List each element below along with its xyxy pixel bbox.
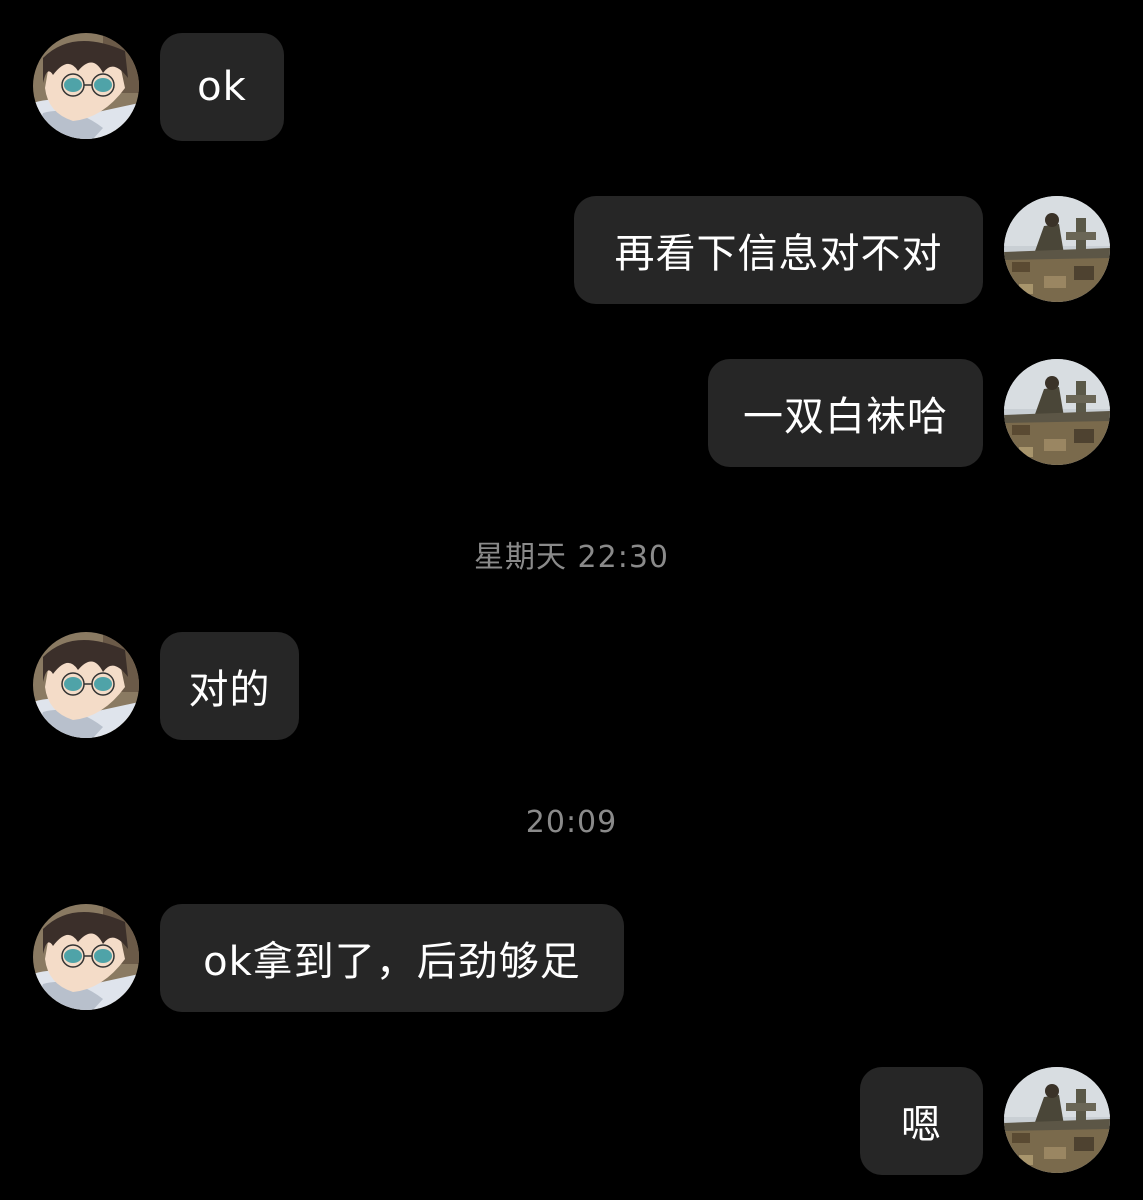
message-bubble[interactable]: ok拿到了，后劲够足: [160, 904, 624, 1012]
message-bubble[interactable]: 嗯: [860, 1067, 983, 1175]
timestamp: 20:09: [525, 805, 618, 840]
contact-avatar[interactable]: [33, 33, 139, 139]
message-bubble[interactable]: 再看下信息对不对: [574, 196, 983, 304]
message-bubble[interactable]: 对的: [160, 632, 299, 740]
self-avatar[interactable]: [1004, 1067, 1110, 1173]
self-avatar[interactable]: [1004, 359, 1110, 465]
timestamp: 星期天 22:30: [474, 540, 669, 575]
message-bubble[interactable]: 一双白袜哈: [708, 359, 983, 467]
contact-avatar[interactable]: [33, 904, 139, 1010]
contact-avatar[interactable]: [33, 632, 139, 738]
self-avatar[interactable]: [1004, 196, 1110, 302]
message-bubble[interactable]: ok: [160, 33, 284, 141]
